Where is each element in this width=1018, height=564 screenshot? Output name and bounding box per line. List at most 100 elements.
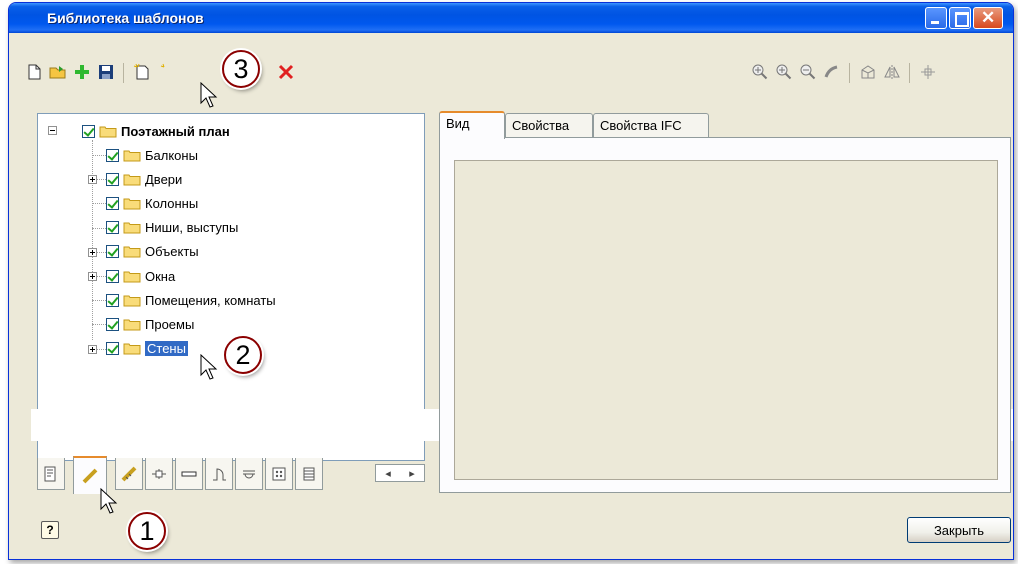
tab-ifc-properties[interactable]: Свойства IFC — [593, 113, 709, 137]
checkbox-checked-icon[interactable] — [106, 148, 119, 162]
tree-item[interactable]: Стены — [106, 340, 188, 358]
tree-item-label: Помещения, комнаты — [145, 292, 276, 308]
tree-line — [92, 324, 106, 326]
mirror-icon[interactable] — [881, 61, 903, 83]
tab-view[interactable]: Вид — [439, 111, 505, 139]
expand-toggle[interactable] — [88, 175, 97, 185]
minimize-button[interactable] — [925, 7, 947, 29]
tree-item[interactable]: Балконы — [106, 146, 198, 164]
tree-line — [92, 227, 106, 229]
tab-doors[interactable] — [205, 458, 233, 490]
folder-icon — [123, 198, 141, 210]
tree-item[interactable]: Помещения, комнаты — [106, 291, 276, 309]
checkbox-checked-icon[interactable] — [106, 172, 119, 186]
zoom-out-icon[interactable] — [797, 61, 819, 83]
pan-icon[interactable] — [821, 61, 843, 83]
expand-toggle[interactable] — [88, 247, 97, 257]
help-icon[interactable]: ? — [41, 521, 59, 539]
expand-toggle[interactable] — [88, 272, 97, 281]
add-plus-icon[interactable] — [71, 61, 93, 83]
zoom-fit-icon[interactable] — [749, 61, 771, 83]
tree-item[interactable]: Колонны — [106, 194, 198, 212]
callout-3: 3 — [222, 50, 260, 88]
stairs-icon — [303, 467, 315, 480]
tab-objects[interactable] — [265, 458, 293, 490]
new-document-icon[interactable] — [23, 61, 45, 83]
collapse-root-toggle[interactable] — [48, 126, 57, 135]
tree-item-label: Ниши, выступы — [145, 220, 239, 236]
preview-panel: Вид Свойства Свойства IFC — [439, 111, 1011, 493]
tab-wall-types[interactable] — [115, 458, 143, 490]
folder-icon — [123, 174, 141, 186]
expand-toggle[interactable] — [88, 344, 97, 354]
window-title: Библиотека шаблонов — [47, 10, 204, 26]
checkbox-checked-icon[interactable] — [106, 196, 119, 210]
cursor-arrow-icon — [100, 488, 118, 514]
tree-item-label: Объекты — [145, 244, 199, 260]
tab-columns[interactable] — [145, 458, 173, 490]
checkbox-checked-icon[interactable] — [106, 245, 119, 259]
tree-item[interactable]: Ниши, выступы — [106, 219, 238, 237]
cursor-arrow-icon — [200, 82, 218, 108]
tree-item-label: Балконы — [145, 147, 198, 163]
view-3d-icon[interactable] — [857, 61, 879, 83]
beam-icon — [181, 471, 197, 476]
tree-line — [92, 155, 106, 156]
tree-item-label: Проемы — [145, 316, 195, 332]
folder-icon — [123, 246, 141, 258]
checkbox-checked-icon[interactable] — [106, 293, 119, 307]
maximize-button[interactable] — [949, 7, 971, 29]
template-library-window: Библиотека шаблонов ✕ Поэтажный план Бал… — [8, 2, 1014, 560]
plan-icon — [44, 466, 56, 481]
folder-icon — [99, 126, 117, 137]
checkbox-checked-icon[interactable] — [106, 317, 119, 331]
folder-icon — [123, 150, 141, 161]
save-icon[interactable] — [95, 61, 117, 83]
arrow-right-icon[interactable]: ▸ — [409, 467, 415, 480]
window-icon — [243, 470, 255, 478]
checkbox-checked-icon[interactable] — [106, 269, 119, 283]
tree-item[interactable]: Проемы — [106, 315, 194, 333]
wall-hatch-icon — [121, 466, 137, 481]
open-folder-icon[interactable] — [47, 61, 69, 83]
close-button[interactable]: Закрыть — [907, 517, 1011, 543]
tab-content — [439, 137, 1011, 493]
tree-item[interactable]: Двери — [106, 170, 182, 188]
tree-root-row[interactable]: Поэтажный план — [82, 122, 230, 140]
new-item-icon[interactable] — [131, 61, 153, 83]
callout-1: 1 — [128, 512, 166, 550]
window-close-button[interactable]: ✕ — [973, 7, 1003, 29]
tree-line — [92, 203, 106, 205]
tab-plan[interactable] — [37, 458, 65, 490]
delete-icon[interactable] — [275, 61, 297, 83]
tree-root-label: Поэтажный план — [121, 123, 230, 139]
tree-item-label: Окна — [145, 268, 176, 284]
checkbox-checked-icon[interactable] — [82, 124, 95, 138]
tab-beams[interactable] — [175, 458, 203, 490]
checkbox-checked-icon[interactable] — [106, 342, 119, 356]
tab-properties[interactable]: Свойства — [505, 113, 593, 137]
zoom-in-icon[interactable] — [773, 61, 795, 83]
new-group-icon[interactable] — [155, 61, 177, 83]
folder-icon — [123, 319, 141, 331]
preview-area[interactable] — [454, 160, 998, 480]
toolbar-separator — [849, 63, 850, 83]
tree-item[interactable]: Объекты — [106, 243, 199, 261]
tab-stairs[interactable] — [295, 458, 323, 490]
tab-windows[interactable] — [235, 458, 263, 490]
tree-item[interactable]: Окна — [106, 267, 175, 285]
tree-item-label: Стены — [145, 341, 188, 357]
column-icon — [152, 468, 166, 479]
tree-item-label: Колонны — [145, 195, 199, 211]
toolbar-separator — [909, 63, 910, 83]
folder-icon — [123, 295, 141, 307]
cursor-arrow-icon — [200, 354, 218, 380]
title-bar[interactable]: Библиотека шаблонов ✕ — [9, 3, 1013, 33]
callout-2: 2 — [224, 336, 262, 374]
tree-line — [92, 140, 93, 340]
checkbox-checked-icon[interactable] — [106, 221, 119, 235]
tab-scroll-arrows[interactable]: ◂ ▸ — [375, 464, 425, 482]
arrow-left-icon[interactable]: ◂ — [385, 467, 391, 480]
tree-item-label: Двери — [145, 171, 183, 187]
crosshair-icon[interactable] — [917, 61, 939, 83]
